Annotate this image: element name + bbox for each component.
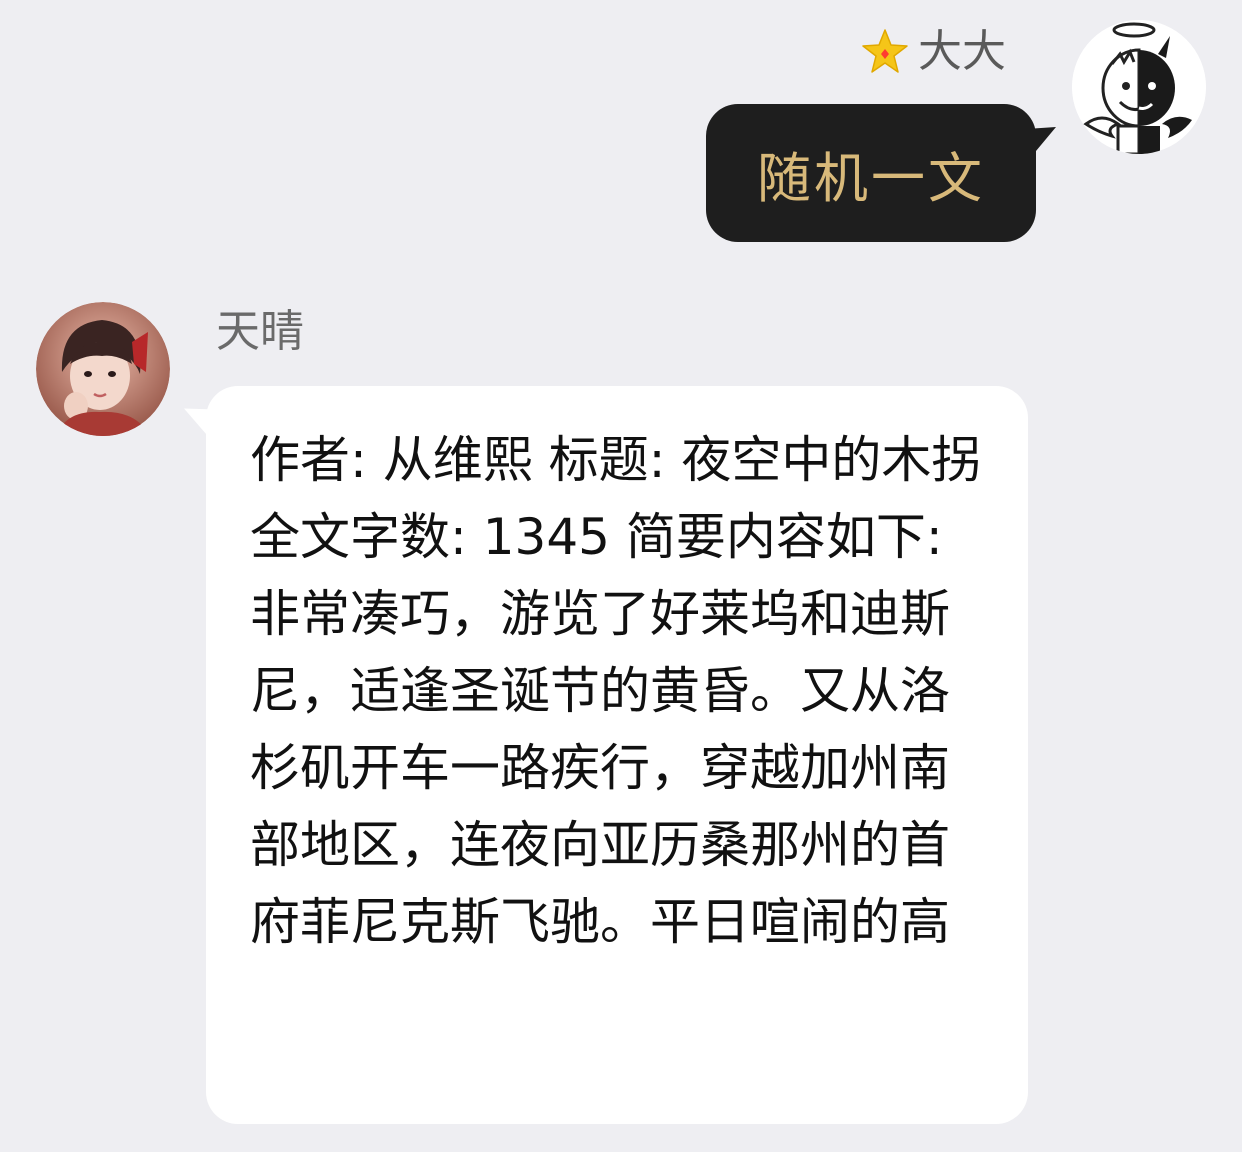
- outgoing-sender: 大大: [860, 24, 1006, 80]
- outgoing-message-bubble[interactable]: 随机一文: [706, 104, 1056, 242]
- incoming-message-bubble[interactable]: 作者: 从维熙 标题: 夜空中的木拐 全文字数: 1345 简要内容如下: 非常…: [184, 386, 1028, 1124]
- user-photo-avatar-icon: [36, 302, 170, 436]
- bubble-tail: [1026, 115, 1056, 163]
- chat-screen: 大大 随机一文 天晴 作者: 从维熙 标题: 夜空中的木拐 全文字数: 1345…: [0, 0, 1242, 1152]
- star-icon: [862, 29, 908, 73]
- incoming-sender-name: 天晴: [216, 306, 304, 357]
- angel-devil-avatar-icon: [1072, 20, 1206, 154]
- incoming-avatar[interactable]: [36, 302, 170, 436]
- bubble-tail: [184, 394, 216, 446]
- outgoing-message-text: 随机一文: [757, 146, 985, 210]
- outgoing-avatar[interactable]: [1072, 20, 1206, 154]
- outgoing-sender-name: 大大: [918, 26, 1006, 77]
- incoming-message-text: 作者: 从维熙 标题: 夜空中的木拐 全文字数: 1345 简要内容如下: 非常…: [250, 431, 982, 951]
